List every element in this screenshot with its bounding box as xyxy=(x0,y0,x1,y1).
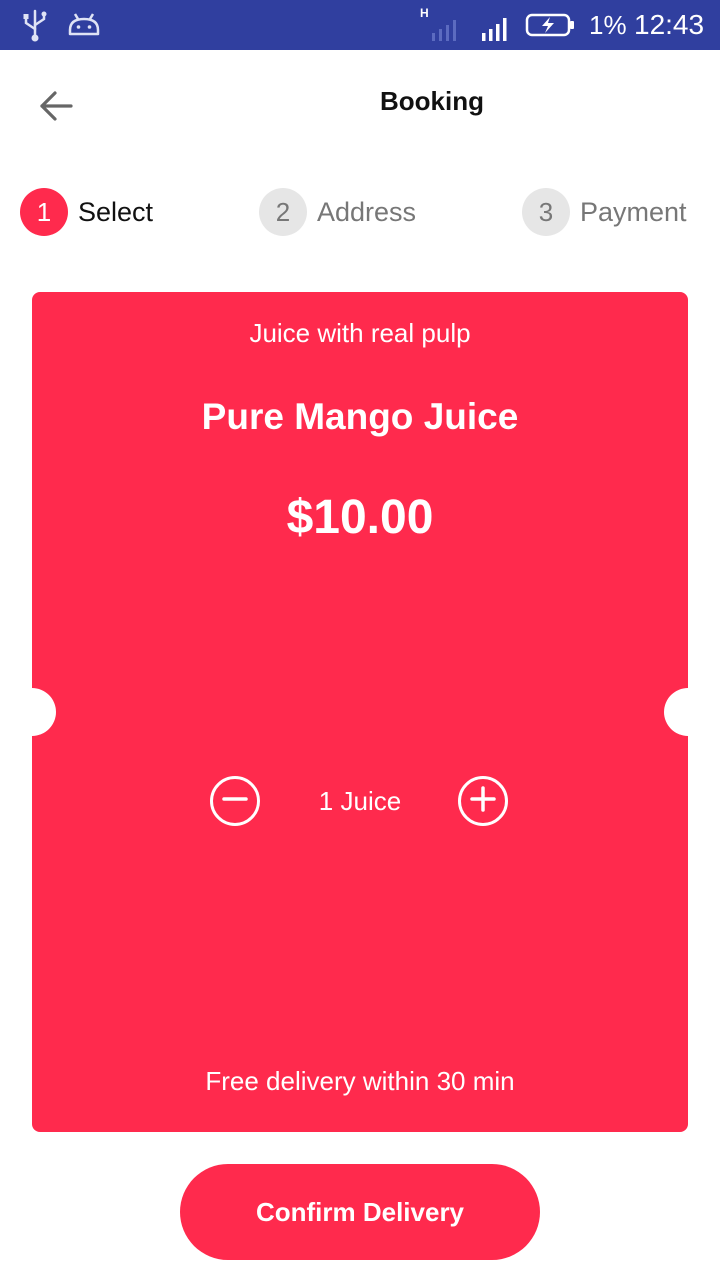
status-bar: H 1% 12:43 xyxy=(0,0,720,50)
battery-percent: 1% xyxy=(589,10,627,40)
product-title: Pure Mango Juice xyxy=(201,396,519,437)
step-number: 1 xyxy=(20,188,68,236)
product-price: $10.00 xyxy=(286,491,434,544)
step-label: Payment xyxy=(580,196,687,227)
android-debug-icon xyxy=(66,0,102,50)
page-title: Booking xyxy=(380,86,484,116)
ticket-notch-right xyxy=(664,688,712,736)
signal-h-icon: H xyxy=(420,0,464,50)
quantity-stepper: 1 Juice xyxy=(32,776,688,826)
increase-quantity-button[interactable] xyxy=(458,776,508,826)
product-card: Juice with real pulp Pure Mango Juice $1… xyxy=(8,292,712,1132)
clock: 12:43 xyxy=(634,9,705,40)
quantity-label: 1 Juice xyxy=(318,786,402,816)
svg-text:H: H xyxy=(420,6,429,20)
step-select[interactable]: 1 Select xyxy=(20,188,153,236)
step-label: Address xyxy=(317,196,417,227)
usb-icon xyxy=(20,0,50,50)
confirm-delivery-button[interactable]: Confirm Delivery xyxy=(180,1164,540,1260)
step-number: 2 xyxy=(259,188,307,236)
step-number: 3 xyxy=(522,188,570,236)
step-address[interactable]: 2 Address xyxy=(259,188,416,236)
step-label: Select xyxy=(78,196,154,227)
delivery-note: Free delivery within 30 min xyxy=(205,1066,515,1096)
signal-icon xyxy=(478,0,514,50)
arrow-left-icon xyxy=(38,90,74,127)
plus-icon xyxy=(470,785,496,817)
product-subtitle: Juice with real pulp xyxy=(249,318,471,348)
ticket-notch-left xyxy=(8,688,56,736)
battery-charging-icon xyxy=(524,0,578,50)
step-payment[interactable]: 3 Payment xyxy=(522,188,687,236)
